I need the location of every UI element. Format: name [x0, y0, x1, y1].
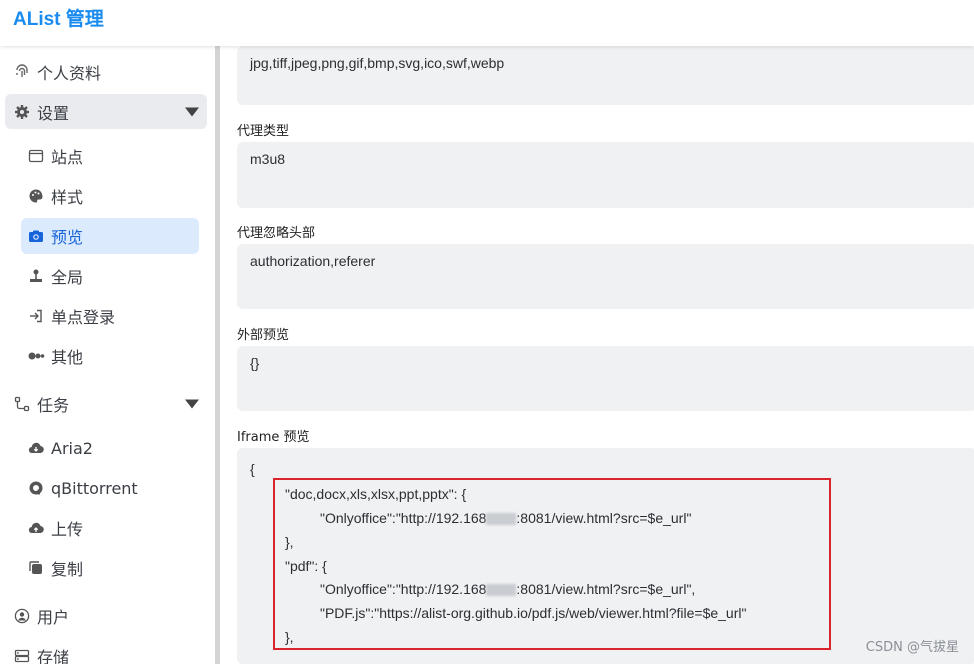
- sidebar-item-label: 任务: [37, 395, 70, 415]
- proxy-types-value: m3u8: [250, 151, 286, 167]
- chevron-down-icon[interactable]: [185, 107, 199, 116]
- sidebar-item-label: 单点登录: [51, 308, 116, 327]
- sidebar-item-label: 用户: [37, 607, 70, 627]
- sidebar-item-label: 复制: [51, 560, 84, 579]
- sidebar-item-label: 上传: [51, 520, 84, 539]
- sidebar-item-upload[interactable]: 上传: [21, 510, 199, 546]
- qbittorrent-icon: [27, 479, 45, 497]
- iframe-previews-label: Iframe 预览: [237, 430, 310, 445]
- app-title[interactable]: AList 管理: [13, 4, 104, 31]
- login-icon: [27, 307, 45, 325]
- preview-settings-form: jpg,tiff,jpeg,png,gif,bmp,svg,ico,swf,we…: [220, 46, 974, 664]
- sidebar-item-label: 站点: [51, 148, 84, 167]
- sidebar-item-style[interactable]: 样式: [21, 178, 199, 214]
- sidebar: 个人资料 设置 站点 样式 预览 全局 单点登录 其他 任务 Aria2 qBi…: [0, 46, 215, 664]
- storage-icon: [13, 647, 31, 664]
- watermark: CSDN @气拔星: [865, 640, 959, 655]
- sidebar-item-profile[interactable]: 个人资料: [5, 54, 207, 89]
- sidebar-item-site[interactable]: 站点: [21, 138, 199, 174]
- palette-icon: [27, 187, 45, 205]
- external-previews-label: 外部预览: [237, 328, 290, 343]
- code-line: {: [250, 461, 255, 477]
- sidebar-item-label: 个人资料: [37, 63, 102, 83]
- window-icon: [27, 147, 45, 165]
- sidebar-item-label: 存储: [37, 647, 70, 664]
- gear-icon: [13, 103, 31, 121]
- external-previews-value: {}: [250, 355, 260, 371]
- sidebar-item-sso[interactable]: 单点登录: [21, 298, 199, 334]
- sidebar-item-copy[interactable]: 复制: [21, 550, 199, 586]
- fingerprint-icon: [13, 63, 31, 81]
- sidebar-item-preview[interactable]: 预览: [21, 218, 199, 254]
- sidebar-item-storage[interactable]: 存储: [5, 638, 207, 664]
- sidebar-item-other[interactable]: 其他: [21, 338, 199, 374]
- sidebar-item-global[interactable]: 全局: [21, 258, 199, 294]
- proxy-types-label: 代理类型: [237, 124, 290, 139]
- cloud-download-icon: [27, 439, 45, 457]
- sidebar-item-label: 样式: [51, 188, 84, 207]
- sidebar-item-label: 设置: [37, 103, 70, 123]
- sidebar-item-users[interactable]: 用户: [5, 598, 207, 633]
- proxy-types-field[interactable]: m3u8: [237, 142, 974, 208]
- sidebar-item-label: 全局: [51, 268, 84, 287]
- sidebar-item-settings[interactable]: 设置: [5, 94, 207, 129]
- proxy-ignore-headers-label: 代理忽略头部: [237, 226, 316, 241]
- highlight-box: [273, 478, 831, 650]
- proxy-ignore-headers-field[interactable]: authorization,referer: [237, 244, 974, 309]
- camera-icon: [27, 227, 45, 245]
- image-types-field[interactable]: jpg,tiff,jpeg,png,gif,bmp,svg,ico,swf,we…: [237, 46, 974, 105]
- image-types-value: jpg,tiff,jpeg,png,gif,bmp,svg,ico,swf,we…: [250, 55, 505, 71]
- joystick-icon: [27, 267, 45, 285]
- sidebar-item-tasks[interactable]: 任务: [5, 386, 207, 421]
- top-bar: AList 管理: [0, 0, 974, 46]
- chevron-down-icon[interactable]: [185, 399, 199, 408]
- cloud-upload-icon: [27, 519, 45, 537]
- tasks-icon: [13, 395, 31, 413]
- copy-icon: [27, 559, 45, 577]
- sidebar-item-qbittorrent[interactable]: qBittorrent: [21, 470, 199, 506]
- user-icon: [13, 607, 31, 625]
- proxy-ignore-headers-value: authorization,referer: [250, 253, 376, 269]
- sidebar-item-label: Aria2: [51, 438, 93, 458]
- dots-icon: [27, 347, 45, 365]
- sidebar-item-label: 预览: [51, 228, 84, 247]
- sidebar-item-label: 其他: [51, 348, 84, 367]
- sidebar-item-aria2[interactable]: Aria2: [21, 430, 199, 466]
- sidebar-item-label: qBittorrent: [51, 478, 138, 498]
- external-previews-field[interactable]: {}: [237, 346, 974, 411]
